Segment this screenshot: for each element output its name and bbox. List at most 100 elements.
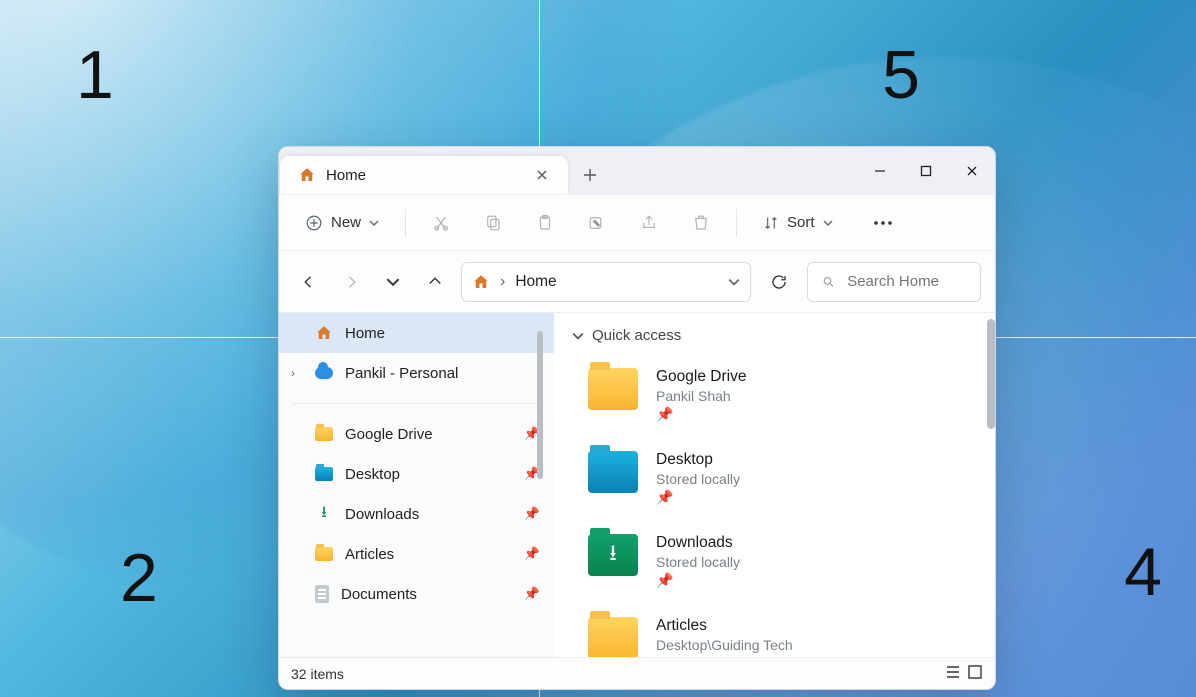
snap-zone-label-1: 1 [76,36,114,114]
download-icon: ⭳ [315,505,333,523]
item-subtitle: Stored locally [656,554,740,570]
sidebar-scrollbar[interactable] [537,331,543,479]
delete-icon [692,214,710,232]
folder-icon [588,617,638,657]
address-location: Home [515,273,556,291]
tiles-view-button[interactable] [967,664,983,683]
sidebar-item-home[interactable]: Home [279,313,554,353]
quick-access-item[interactable]: Desktop Stored locally 📌 [588,441,995,524]
pin-icon: 📌 [656,406,746,423]
sort-button[interactable]: Sort [755,208,841,237]
recent-button[interactable] [377,266,409,298]
folder-icon [315,427,333,441]
chevron-down-icon [386,275,400,289]
sidebar-label: Home [345,325,385,342]
item-name: Downloads [656,534,740,552]
quick-access-item[interactable]: ⭳ Downloads Stored locally 📌 [588,524,995,607]
chevron-down-icon [572,330,584,342]
share-button[interactable] [632,208,666,238]
tab-title: Home [326,167,366,184]
up-button[interactable] [419,266,451,298]
arrow-left-icon [300,273,318,291]
file-explorer-window: Home New Sort [278,146,996,690]
maximize-icon [920,165,932,177]
item-name: Articles [656,617,793,635]
cut-button[interactable] [424,208,458,238]
search-input[interactable] [847,273,966,290]
sidebar-label: Desktop [345,466,400,483]
cut-icon [432,214,450,232]
sidebar-item-onedrive[interactable]: › Pankil - Personal [279,353,554,393]
sidebar-item-articles[interactable]: Articles 📌 [279,534,554,574]
new-button[interactable]: New [297,208,387,238]
rename-button[interactable] [580,208,614,238]
item-name: Desktop [656,451,740,469]
copy-button[interactable] [476,208,510,238]
folder-icon [315,467,333,481]
section-title: Quick access [592,327,681,344]
sidebar: Home › Pankil - Personal Google Drive 📌 … [279,313,554,657]
details-view-button[interactable] [945,664,961,683]
refresh-button[interactable] [761,264,797,300]
onedrive-icon [315,367,333,379]
search-icon [822,274,835,290]
item-count: 32 items [291,666,344,682]
sidebar-divider [293,403,540,404]
folder-icon [588,451,638,493]
address-bar[interactable]: › Home [461,262,751,302]
document-icon [315,585,329,603]
tab-close-button[interactable] [530,163,554,187]
sidebar-item-google-drive[interactable]: Google Drive 📌 [279,414,554,454]
home-icon [472,273,490,291]
item-name: Google Drive [656,368,746,386]
sidebar-item-desktop[interactable]: Desktop 📌 [279,454,554,494]
arrow-right-icon [342,273,360,291]
sort-icon [763,215,779,231]
paste-icon [536,214,554,232]
minimize-button[interactable] [857,147,903,194]
close-icon [536,169,548,181]
chevron-down-icon [823,218,833,228]
sidebar-label: Pankil - Personal [345,365,458,382]
new-label: New [331,214,361,231]
forward-button[interactable] [335,266,367,298]
quick-access-list: Google Drive Pankil Shah 📌 Desktop Store… [554,350,995,657]
more-button[interactable] [865,214,901,232]
pin-icon: 📌 [656,489,740,506]
quick-access-item[interactable]: Articles Desktop\Guiding Tech [588,607,995,657]
snap-zone-label-2: 2 [120,539,158,617]
content-pane: Quick access Google Drive Pankil Shah 📌 … [554,313,995,657]
window-controls [857,147,995,194]
plus-icon [583,168,597,182]
folder-icon [315,547,333,561]
paste-button[interactable] [528,208,562,238]
toolbar-separator [405,209,406,237]
maximize-button[interactable] [903,147,949,194]
toolbar: New Sort [279,195,995,251]
titlebar[interactable]: Home [279,147,995,195]
arrow-up-icon [426,273,444,291]
chevron-right-icon[interactable]: › [291,366,295,380]
grid-view-icon [967,664,983,680]
sidebar-label: Downloads [345,506,419,523]
navbar: › Home [279,251,995,313]
new-tab-button[interactable] [569,155,611,194]
pin-icon: 📌 [524,546,540,562]
quick-access-item[interactable]: Google Drive Pankil Shah 📌 [588,358,995,441]
share-icon [640,214,658,232]
explorer-body: Home › Pankil - Personal Google Drive 📌 … [279,313,995,657]
quick-access-header[interactable]: Quick access [554,323,995,350]
list-view-icon [945,664,961,680]
sidebar-item-documents[interactable]: Documents 📌 [279,574,554,614]
close-button[interactable] [949,147,995,194]
minimize-icon [874,165,886,177]
refresh-icon [770,273,788,291]
back-button[interactable] [293,266,325,298]
content-scrollbar[interactable] [987,319,995,429]
home-icon [315,324,333,342]
delete-button[interactable] [684,208,718,238]
sidebar-item-downloads[interactable]: ⭳ Downloads 📌 [279,494,554,534]
search-box[interactable] [807,262,981,302]
more-icon [873,220,893,226]
tab-home[interactable]: Home [279,155,569,194]
